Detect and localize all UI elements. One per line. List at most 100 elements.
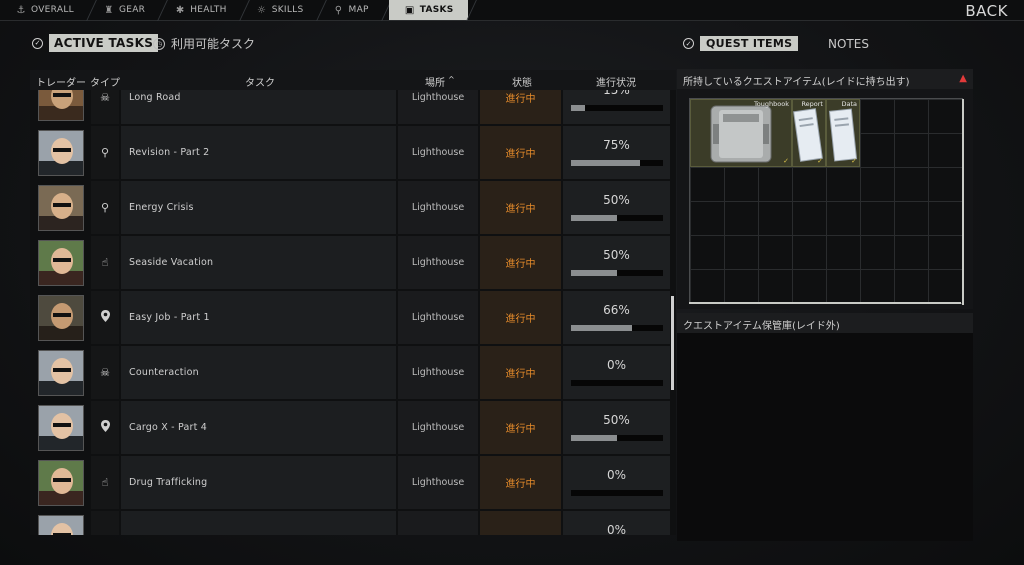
quest-items-grid: Toughbook ✓ Report ✓ Data ✓ [689, 98, 963, 304]
progress-percent: 0% [606, 523, 627, 535]
status-cell: 進行中 [480, 401, 561, 454]
location-cell: Lighthouse [398, 90, 478, 124]
hand-icon: ☝ [101, 256, 109, 269]
item-label: Report [801, 100, 823, 108]
header-status[interactable]: 状態 [512, 74, 532, 89]
progress-bar [571, 270, 663, 276]
header-location[interactable]: 場所 [425, 74, 445, 89]
status-cell: 進行中 [480, 346, 561, 399]
tab-health[interactable]: ✱ HEALTH [159, 0, 240, 20]
available-tasks-tab[interactable]: ◷ 利用可能タスク [153, 35, 255, 52]
health-icon: ✱ [175, 4, 185, 16]
quest-stash-panel: クエストアイテム保管庫(レイド外) [677, 313, 973, 541]
progress-cell: 50% [563, 236, 670, 289]
tab-tasks[interactable]: ▣ TASKS [388, 0, 468, 20]
table-header: トレーダー タイプ タスク 場所 ^ 状態 進行状況 [30, 70, 676, 90]
sub-header: ✓ ACTIVE TASKS ◷ 利用可能タスク ✓ QUEST ITEMS N… [0, 33, 1024, 55]
skull-icon: ☠ [100, 366, 110, 379]
table-scrollbar[interactable] [671, 296, 674, 390]
quest-items-title: 所持しているクエストアイテム(レイドに持ち出す) [677, 69, 973, 89]
tab-map[interactable]: ⚲ MAP [318, 0, 383, 20]
type-cell [91, 511, 119, 535]
header-trader[interactable]: トレーダー [36, 74, 86, 89]
header-type[interactable]: タイプ [90, 74, 120, 89]
progress-cell: 50% [563, 181, 670, 234]
toughbook-item[interactable]: Toughbook ✓ [690, 99, 792, 167]
hand-icon: ☝ [101, 476, 109, 489]
warning-icon: ▲ [959, 73, 967, 84]
progress-fill [571, 160, 640, 166]
grid-scroll-vertical[interactable] [962, 99, 964, 305]
grid-scroll-horizontal[interactable] [689, 302, 961, 304]
header-progress[interactable]: 進行状況 [596, 74, 636, 89]
type-cell [91, 401, 119, 454]
tab-label: OVERALL [31, 5, 74, 15]
table-row[interactable]: Cargo X - Part 4 Lighthouse 進行中 50% [30, 400, 670, 455]
tab-skills[interactable]: ☼ SKILLS [241, 0, 318, 20]
check-icon: ✓ [683, 38, 694, 49]
task-name: Easy Job - Part 1 [121, 291, 396, 344]
type-cell [91, 291, 119, 344]
type-cell: ☝ [91, 236, 119, 289]
notes-tab[interactable]: NOTES [828, 37, 869, 51]
header-task[interactable]: タスク [245, 74, 275, 89]
available-tasks-label: 利用可能タスク [171, 37, 256, 51]
table-row[interactable]: ☝ Drug Trafficking Lighthouse 進行中 0% [30, 455, 670, 510]
task-rows: ☠ Long Road Lighthouse 進行中 15% ⚲ Revisio… [30, 90, 670, 535]
check-icon: ✓ [851, 157, 857, 165]
progress-cell: 66% [563, 291, 670, 344]
quest-items-tab[interactable]: ✓ QUEST ITEMS [683, 36, 799, 51]
table-row[interactable]: ☠ Counteraction Lighthouse 進行中 0% [30, 345, 670, 400]
item-label: Data [841, 100, 857, 108]
table-row[interactable]: ☝ Seaside Vacation Lighthouse 進行中 50% [30, 235, 670, 290]
trader-cell [34, 456, 90, 509]
table-row[interactable]: Easy Job - Part 1 Lighthouse 進行中 66% [30, 290, 670, 345]
trader-portrait [38, 185, 84, 231]
anchor-icon: ⚓ [16, 4, 26, 16]
check-icon: ✓ [32, 37, 43, 49]
task-name: Counteraction [121, 346, 396, 399]
top-nav: ⚓ OVERALL ♜ GEAR ✱ HEALTH ☼ SKILLS ⚲ MAP… [0, 0, 1024, 21]
table-row[interactable]: 0% [30, 510, 670, 535]
quest-stash-title: クエストアイテム保管庫(レイド外) [677, 313, 973, 333]
location-cell: Lighthouse [398, 346, 478, 399]
type-cell: ⚲ [91, 181, 119, 234]
data-item[interactable]: Data ✓ [826, 99, 860, 167]
lightbulb-icon: ☼ [257, 4, 267, 16]
table-row[interactable]: ☠ Long Road Lighthouse 進行中 15% [30, 90, 670, 125]
progress-percent: 50% [603, 248, 630, 262]
active-tasks-tab[interactable]: ✓ ACTIVE TASKS [32, 34, 159, 52]
trader-portrait [38, 240, 84, 286]
clipboard-icon: ▣ [404, 4, 415, 16]
progress-fill [571, 215, 617, 221]
task-name: Drug Trafficking [121, 456, 396, 509]
tab-label: HEALTH [190, 5, 227, 15]
status-cell: 進行中 [480, 291, 561, 344]
progress-percent: 50% [603, 193, 630, 207]
quest-items-label: QUEST ITEMS [700, 36, 799, 51]
clock-icon: ◷ [153, 37, 165, 50]
report-item[interactable]: Report ✓ [792, 99, 826, 167]
tab-label: SKILLS [271, 5, 304, 15]
progress-fill [571, 105, 585, 111]
trader-portrait [38, 460, 84, 506]
tab-gear[interactable]: ♜ GEAR [88, 0, 159, 20]
trader-portrait [38, 295, 84, 341]
task-name: Cargo X - Part 4 [121, 401, 396, 454]
progress-percent: 15% [603, 90, 630, 97]
trader-portrait [38, 515, 84, 535]
location-cell: Lighthouse [398, 181, 478, 234]
task-name [121, 511, 396, 535]
progress-percent: 66% [603, 303, 630, 317]
progress-cell: 0% [563, 456, 670, 509]
trader-portrait [38, 130, 84, 176]
table-row[interactable]: ⚲ Revision - Part 2 Lighthouse 進行中 75% [30, 125, 670, 180]
trader-cell [34, 181, 90, 234]
trader-portrait [38, 405, 84, 451]
status-cell: 進行中 [480, 236, 561, 289]
table-row[interactable]: ⚲ Energy Crisis Lighthouse 進行中 50% [30, 180, 670, 235]
tab-overall[interactable]: ⚓ OVERALL [0, 0, 88, 20]
type-cell: ⚲ [91, 126, 119, 179]
back-button[interactable]: BACK [965, 2, 1008, 20]
progress-fill [571, 435, 617, 441]
